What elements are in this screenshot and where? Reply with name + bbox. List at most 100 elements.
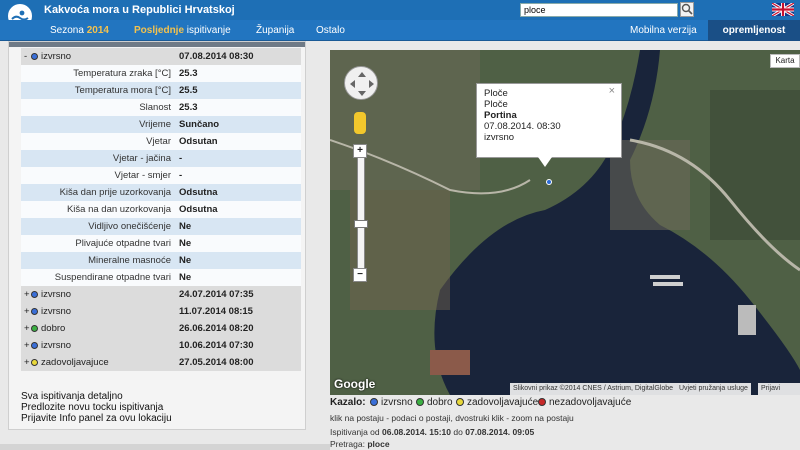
previous-test-row[interactable]: + izvrsno 11.07.2014 08:15 xyxy=(21,303,301,320)
status-dot-icon xyxy=(31,291,38,298)
test-date: 24.07.2014 07:35 xyxy=(179,289,254,300)
blue-dot-icon xyxy=(31,53,38,60)
previous-test-row[interactable]: + izvrsno 24.07.2014 07:35 xyxy=(21,286,301,303)
detail-label: Temperatura mora [°C] xyxy=(74,85,171,96)
info-station-name: Portina xyxy=(484,110,517,121)
terms-link[interactable]: Uvjeti pružanja usluge xyxy=(676,383,751,395)
legend-item-izvrsno: izvrsno xyxy=(370,397,413,408)
detail-label: Vjetar xyxy=(146,136,171,147)
detail-label: Kiša dan prije uzorkovanja xyxy=(59,187,171,198)
detail-label: Vrijeme xyxy=(139,119,171,130)
detail-value: 25.5 xyxy=(179,85,198,96)
detail-label: Slanost xyxy=(139,102,171,113)
zoom-slider-thumb[interactable] xyxy=(354,220,368,228)
info-datetime: 07.08.2014. 08:30 xyxy=(484,121,561,132)
detail-value: Odsutna xyxy=(179,204,218,215)
test-status: izvrsno xyxy=(41,289,72,300)
detail-value: 25.3 xyxy=(179,102,198,113)
nav-posljednje-label: ispitivanje xyxy=(186,25,231,36)
map-credits: Slikovni prikaz ©2014 CNES / Astrium, Di… xyxy=(510,383,676,395)
close-icon[interactable]: × xyxy=(609,86,615,97)
expand-toggle[interactable]: + xyxy=(24,306,30,317)
detail-value: Ne xyxy=(179,272,192,283)
detail-row: Temperatura mora [°C] 25.5 xyxy=(21,82,301,99)
info-line2: Ploče xyxy=(484,99,508,110)
expand-toggle[interactable]: + xyxy=(24,289,30,300)
legend-item-nezadovoljavajuce: nezadovoljavajuće xyxy=(538,397,631,408)
collapse-toggle[interactable]: - xyxy=(24,51,27,62)
current-test-header[interactable]: - izvrsno 07.08.2014 08:30 xyxy=(21,48,301,65)
detail-value: Odsutan xyxy=(179,136,218,147)
detail-label: Temperatura zraka [°C] xyxy=(73,68,171,79)
info-status: izvrsno xyxy=(484,132,515,143)
detail-row: Plivajuće otpadne tvari Ne xyxy=(21,235,301,252)
yellow-dot-icon xyxy=(456,398,464,406)
test-date: 10.06.2014 07:30 xyxy=(179,340,254,351)
detail-value: Odsutna xyxy=(179,187,218,198)
link-all-tests[interactable]: Sva ispitivanja detaljno xyxy=(21,391,172,402)
nav-posljednje-highlight: Posljednje xyxy=(134,25,185,36)
top-bar: Kakvoća mora u Republici Hrvatskoj xyxy=(0,0,800,30)
previous-test-row[interactable]: + izvrsno 10.06.2014 07:30 xyxy=(21,337,301,354)
zoom-slider-track[interactable] xyxy=(357,150,365,275)
nav-sezona-year: 2014 xyxy=(86,25,109,36)
test-date: 27.05.2014 08:00 xyxy=(179,357,254,368)
search-button[interactable] xyxy=(680,2,694,17)
test-date: 11.07.2014 08:15 xyxy=(179,306,253,317)
detail-value: Sunčano xyxy=(179,119,220,130)
detail-row: Kiša dan prije uzorkovanja Odsutna xyxy=(21,184,301,201)
test-status: izvrsno xyxy=(41,340,72,351)
pan-arrows-icon xyxy=(350,72,374,96)
status-dot-icon xyxy=(31,342,38,349)
detail-label: Mineralne masnoće xyxy=(88,255,171,266)
detail-label: Vjetar - smjer xyxy=(114,170,171,181)
detail-row: Suspendirane otpadne tvari Ne xyxy=(21,269,301,286)
detail-row: Vjetar Odsutan xyxy=(21,133,301,150)
pan-control[interactable] xyxy=(344,66,378,100)
test-status: izvrsno xyxy=(41,51,72,62)
detail-value: Ne xyxy=(179,255,192,266)
detail-value: 25.3 xyxy=(179,68,198,79)
uk-flag-icon[interactable] xyxy=(772,3,794,16)
panel-header-bar xyxy=(9,42,305,47)
status-dot-icon xyxy=(31,308,38,315)
detail-panel: - izvrsno 07.08.2014 08:30 Temperatura z… xyxy=(8,41,306,430)
site-title[interactable]: Kakvoća mora u Republici Hrvatskoj xyxy=(44,4,235,16)
detail-row: Mineralne masnoće Ne xyxy=(21,252,301,269)
link-report-info[interactable]: Prijavite Info panel za ovu lokaciju xyxy=(21,413,172,424)
expand-toggle[interactable]: + xyxy=(24,357,30,368)
link-suggest-point[interactable]: Predlozite novu tocku ispitivanja xyxy=(21,402,172,413)
nav-zupanija[interactable]: Županija xyxy=(256,25,294,36)
expand-toggle[interactable]: + xyxy=(24,323,30,334)
map[interactable]: Karta + − Ploče Ploče Portina 07.08.2014… xyxy=(330,50,800,395)
nav-mobilna[interactable]: Mobilna verzija xyxy=(630,25,697,36)
info-window-tail xyxy=(538,157,552,167)
detail-row: Slanost 25.3 xyxy=(21,99,301,116)
zoom-in-button[interactable]: + xyxy=(353,144,367,158)
nav-sezona-label: Sezona xyxy=(50,25,84,36)
expand-toggle[interactable]: + xyxy=(24,340,30,351)
previous-test-row[interactable]: + zadovoljavajuce 27.05.2014 08:00 xyxy=(21,354,301,371)
detail-row: Kiša na dan uzorkovanja Odsutna xyxy=(21,201,301,218)
legend: Kazalo: izvrsno dobro zadovoljavajuće ne… xyxy=(330,396,800,450)
station-marker[interactable] xyxy=(546,179,552,185)
detail-row: Vidljivo onečišćenje Ne xyxy=(21,218,301,235)
detail-value: - xyxy=(179,153,183,164)
previous-test-row[interactable]: + dobro 26.06.2014 08:20 xyxy=(21,320,301,337)
info-line1: Ploče xyxy=(484,88,508,99)
street-view-pegman-icon[interactable] xyxy=(354,112,366,134)
map-hint: klik na postaju - podaci o postaji, dvos… xyxy=(330,413,574,423)
zoom-out-button[interactable]: − xyxy=(353,268,367,282)
legend-title: Kazalo: xyxy=(330,397,366,408)
detail-value: Ne xyxy=(179,238,192,249)
map-type-button[interactable]: Karta xyxy=(770,54,800,68)
nav-ostalo[interactable]: Ostalo xyxy=(316,25,345,36)
green-dot-icon xyxy=(416,398,424,406)
test-date: 26.06.2014 08:20 xyxy=(179,323,254,334)
nav-opremljenost[interactable]: opremljenost xyxy=(708,20,800,41)
nav-sezona[interactable]: Sezona 2014 xyxy=(50,25,109,36)
report-error-link[interactable]: Prijavi pogre xyxy=(758,383,800,395)
nav-posljednje[interactable]: Posljednje ispitivanje xyxy=(134,25,231,36)
search-input[interactable] xyxy=(520,3,678,17)
detail-label: Plivajuće otpadne tvari xyxy=(75,238,171,249)
